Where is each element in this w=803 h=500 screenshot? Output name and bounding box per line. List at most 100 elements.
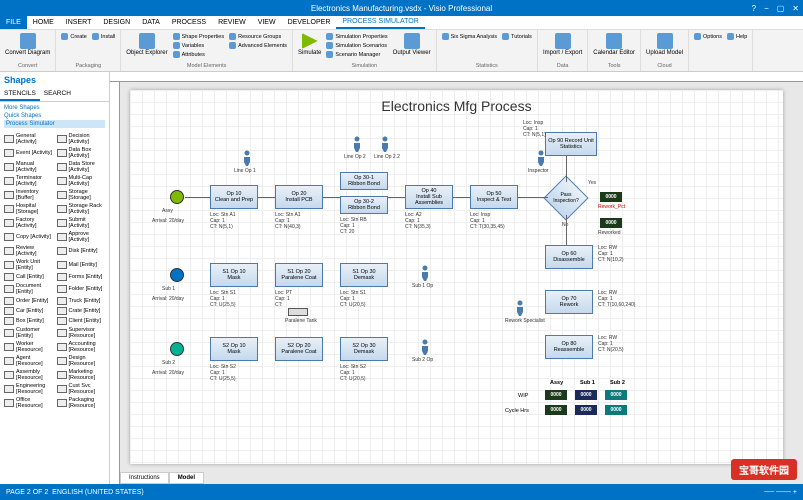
stencil-item[interactable]: Data Box [Activity]	[55, 146, 108, 160]
rework-specialist-icon[interactable]	[515, 300, 525, 316]
sub1-op-icon[interactable]	[420, 265, 430, 281]
stencil-item[interactable]: Design [Resource]	[55, 354, 108, 368]
s2op30-box[interactable]: S2 Op 30Demask	[340, 337, 388, 361]
line-op-2-2-icon[interactable]	[380, 136, 390, 152]
create-button[interactable]: Create	[60, 32, 88, 41]
tab-developer[interactable]: DEVELOPER	[282, 16, 337, 29]
op10-box[interactable]: Op 10Clean and Prep	[210, 185, 258, 209]
resource-groups-button[interactable]: Resource Groups	[228, 32, 288, 41]
stencil-item[interactable]: Disk [Entity]	[55, 244, 108, 258]
stencil-item[interactable]: Event [Activity]	[2, 146, 55, 160]
line-op-2-icon[interactable]	[352, 136, 362, 152]
stencil-item[interactable]: Mail [Entity]	[55, 258, 108, 272]
scenario-manager-button[interactable]: Scenario Manager	[325, 50, 388, 59]
stencil-item[interactable]: Storage [Storage]	[55, 188, 108, 202]
tab-design[interactable]: DESIGN	[97, 16, 136, 29]
tab-process[interactable]: PROCESS	[166, 16, 212, 29]
options-button[interactable]: Options	[693, 32, 723, 41]
op40-box[interactable]: Op 40Install Sub Assemblies	[405, 185, 453, 209]
close-button[interactable]: ✕	[792, 4, 799, 13]
stencil-item[interactable]: Cust Svc [Resource]	[55, 382, 108, 396]
search-tab[interactable]: SEARCH	[40, 88, 75, 101]
stencil-item[interactable]: Client [Entity]	[55, 316, 108, 326]
s1op10-box[interactable]: S1 Op 10Mask	[210, 263, 258, 287]
more-shapes-link[interactable]: More Shapes	[4, 104, 105, 112]
stencil-item[interactable]: General [Activity]	[2, 132, 55, 146]
stencil-item[interactable]: Worker [Resource]	[2, 340, 55, 354]
tab-home[interactable]: HOME	[27, 16, 60, 29]
s2op20-box[interactable]: S2 Op 20Paralene Coat	[275, 337, 323, 361]
stencil-item[interactable]: Box [Entity]	[2, 316, 55, 326]
stencil-item[interactable]: Copy [Activity]	[2, 230, 55, 244]
stencil-item[interactable]: Data Store [Activity]	[55, 160, 108, 174]
assy-start[interactable]	[170, 190, 184, 204]
stencil-item[interactable]: Crate [Entity]	[55, 306, 108, 316]
page-tab-model[interactable]: Model	[169, 472, 204, 484]
op60-box[interactable]: Op 60Disassemble	[545, 245, 593, 269]
output-viewer-button[interactable]: Output Viewer	[392, 32, 432, 57]
six-sigma-button[interactable]: Six Sigma Analysis	[441, 32, 498, 41]
object-explorer-button[interactable]: Object Explorer	[125, 32, 168, 57]
quick-shapes-link[interactable]: Quick Shapes	[4, 112, 105, 120]
stencil-item[interactable]: Assembly [Resource]	[2, 368, 55, 382]
stencil-item[interactable]: Supervisor [Resource]	[55, 326, 108, 340]
stencil-item[interactable]: Call [Entity]	[2, 272, 55, 282]
stencil-item[interactable]: Order [Entity]	[2, 296, 55, 306]
stencil-item[interactable]: Decision [Activity]	[55, 132, 108, 146]
tab-process-simulator[interactable]: PROCESS SIMULATOR	[336, 16, 424, 29]
help-button-ribbon[interactable]: Help	[726, 32, 748, 41]
op90-box[interactable]: Op 90 Record Unit Statistics	[545, 132, 597, 156]
simulate-button[interactable]: Simulate	[297, 32, 322, 57]
stencil-item[interactable]: Agent [Resource]	[2, 354, 55, 368]
tutorials-button[interactable]: Tutorials	[501, 32, 533, 41]
stencil-item[interactable]: Packaging [Resource]	[55, 396, 108, 410]
convert-diagram-button[interactable]: Convert Diagram	[4, 32, 51, 57]
s2op10-box[interactable]: S2 Op 10Mask	[210, 337, 258, 361]
paralene-tank-icon[interactable]	[288, 308, 308, 316]
tab-view[interactable]: VIEW	[252, 16, 282, 29]
sub2-op-icon[interactable]	[420, 339, 430, 355]
stencil-item[interactable]: Work Unit [Entity]	[2, 258, 55, 272]
sim-scenarios-button[interactable]: Simulation Scenarios	[325, 41, 388, 50]
advanced-elements-button[interactable]: Advanced Elements	[228, 41, 288, 50]
import-export-button[interactable]: Import / Export	[542, 32, 583, 57]
stencil-item[interactable]: Truck [Entity]	[55, 296, 108, 306]
zoom-controls[interactable]: ── ─── +	[764, 489, 797, 496]
variables-button[interactable]: Variables	[172, 41, 226, 50]
op80-box[interactable]: Op 80Reassemble	[545, 335, 593, 359]
tab-insert[interactable]: INSERT	[60, 16, 98, 29]
stencil-item[interactable]: Factory [Activity]	[2, 216, 55, 230]
stencil-item[interactable]: Document [Entity]	[2, 282, 55, 296]
stencil-item[interactable]: Forms [Entity]	[55, 272, 108, 282]
sim-properties-button[interactable]: Simulation Properties	[325, 32, 388, 41]
op50-box[interactable]: Op 50Inspect & Test	[470, 185, 518, 209]
tab-data[interactable]: DATA	[136, 16, 166, 29]
stencil-item[interactable]: Manual [Activity]	[2, 160, 55, 174]
stencils-tab[interactable]: STENCILS	[0, 88, 40, 101]
stencil-item[interactable]: Submit [Activity]	[55, 216, 108, 230]
tab-review[interactable]: REVIEW	[212, 16, 252, 29]
s1op30-box[interactable]: S1 Op 30Demask	[340, 263, 388, 287]
op70-box[interactable]: Op 70Rework	[545, 290, 593, 314]
minimize-button[interactable]: −	[764, 4, 769, 13]
op30-2-box[interactable]: Op 30-2Ribbon Bond	[340, 196, 388, 214]
maximize-button[interactable]: ▢	[777, 4, 785, 13]
drawing-canvas[interactable]: Electronics Mfg Process Assy Arrival: 20…	[130, 90, 783, 464]
stencil-item[interactable]: Office [Resource]	[2, 396, 55, 410]
stencil-item[interactable]: Folder [Entity]	[55, 282, 108, 296]
stencil-item[interactable]: Customer [Entity]	[2, 326, 55, 340]
stencil-item[interactable]: Multi-Cap [Activity]	[55, 174, 108, 188]
op20-box[interactable]: Op 20Install PCB	[275, 185, 323, 209]
shape-properties-button[interactable]: Shape Properties	[172, 32, 226, 41]
sub2-start[interactable]	[170, 342, 184, 356]
stencil-item[interactable]: Car [Entity]	[2, 306, 55, 316]
stencil-item[interactable]: Engineering [Resource]	[2, 382, 55, 396]
inspector-icon[interactable]	[536, 150, 546, 166]
stencil-item[interactable]: Approve [Activity]	[55, 230, 108, 244]
install-button[interactable]: Install	[91, 32, 116, 41]
process-simulator-stencil[interactable]: Process Simulator	[4, 120, 105, 128]
op30-1-box[interactable]: Op 30-1Ribbon Bond	[340, 172, 388, 190]
upload-model-button[interactable]: Upload Model	[645, 32, 684, 57]
stencil-item[interactable]: Hospital [Storage]	[2, 202, 55, 216]
sub1-start[interactable]	[170, 268, 184, 282]
